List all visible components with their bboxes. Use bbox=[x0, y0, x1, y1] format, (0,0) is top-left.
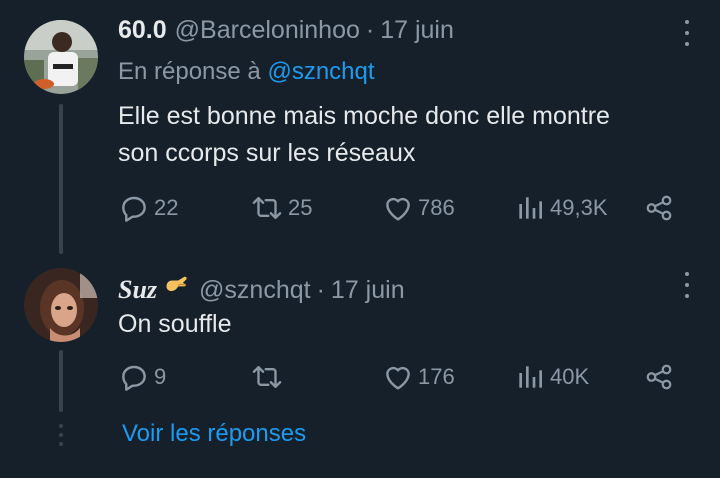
like-count: 786 bbox=[418, 195, 455, 220]
display-name[interactable]: Suz bbox=[118, 275, 157, 305]
tweet-date[interactable]: 17 juin bbox=[380, 16, 454, 45]
thread-line-2 bbox=[59, 350, 63, 412]
reply-icon bbox=[122, 196, 146, 222]
more-vertical-icon[interactable] bbox=[684, 20, 690, 46]
tweet-text: Elle est bonne mais moche donc elle mont… bbox=[118, 98, 610, 172]
display-name[interactable]: 60.0 bbox=[118, 16, 167, 45]
show-replies-link[interactable]: Voir les réponses bbox=[122, 420, 306, 448]
heart-icon bbox=[386, 366, 410, 390]
views-button[interactable]: 40K bbox=[514, 361, 589, 393]
retweet-button[interactable]: 25 bbox=[250, 192, 312, 224]
avatar[interactable] bbox=[24, 20, 98, 94]
pinching-hand-emoji bbox=[163, 270, 191, 305]
share-button[interactable] bbox=[644, 192, 674, 224]
tweet-date[interactable]: 17 juin bbox=[331, 276, 405, 305]
share-icon bbox=[646, 195, 672, 221]
like-button[interactable]: 176 bbox=[382, 361, 455, 393]
more-vertical-icon[interactable] bbox=[684, 272, 690, 298]
reply-count: 22 bbox=[154, 195, 179, 220]
reply-mention-link[interactable]: @sznchqt bbox=[267, 58, 374, 85]
reply-prefix: En réponse à bbox=[118, 58, 261, 85]
tweet-text: On souffle bbox=[118, 306, 232, 343]
heart-icon bbox=[386, 197, 410, 221]
tweet-header: 60.0 @Barceloninhoo · 17 juin bbox=[118, 16, 454, 45]
tweet-text-line: On souffle bbox=[118, 310, 232, 338]
like-count: 176 bbox=[418, 364, 455, 389]
like-button[interactable]: 786 bbox=[382, 192, 455, 224]
separator-dot: · bbox=[365, 16, 375, 44]
action-bar: 9 176 40K bbox=[118, 361, 678, 395]
views-chart-icon bbox=[519, 197, 542, 219]
views-button[interactable]: 49,3K bbox=[514, 192, 608, 224]
user-handle[interactable]: @Barceloninhoo bbox=[175, 16, 360, 45]
tweet-text-line: Elle est bonne mais moche donc elle mont… bbox=[118, 102, 610, 130]
thread-line-1 bbox=[59, 104, 63, 254]
reply-button[interactable]: 9 bbox=[118, 361, 166, 393]
views-chart-icon bbox=[519, 366, 542, 388]
action-bar: 22 25 786 49,3K bbox=[118, 192, 678, 226]
reply-button[interactable]: 22 bbox=[118, 192, 178, 224]
retweet-icon bbox=[252, 197, 282, 219]
tweet-text-line: son ccorps sur les réseaux bbox=[118, 139, 416, 167]
tweet-header: Suz @sznchqt · 17 juin bbox=[118, 270, 405, 305]
avatar-image bbox=[24, 20, 98, 94]
avatar-image bbox=[24, 268, 98, 342]
view-count: 40K bbox=[550, 364, 590, 389]
retweet-icon bbox=[252, 366, 282, 388]
thread-dots bbox=[57, 424, 65, 446]
reply-icon bbox=[122, 365, 146, 391]
share-button[interactable] bbox=[644, 361, 674, 393]
retweet-button[interactable] bbox=[250, 361, 288, 393]
user-handle[interactable]: @sznchqt bbox=[199, 276, 311, 305]
share-icon bbox=[646, 364, 672, 390]
retweet-count: 25 bbox=[288, 195, 313, 220]
reply-context: En réponse à @sznchqt bbox=[118, 58, 375, 86]
reply-count: 9 bbox=[154, 364, 167, 389]
avatar[interactable] bbox=[24, 268, 98, 342]
view-count: 49,3K bbox=[550, 195, 608, 220]
separator-dot: · bbox=[316, 276, 325, 304]
